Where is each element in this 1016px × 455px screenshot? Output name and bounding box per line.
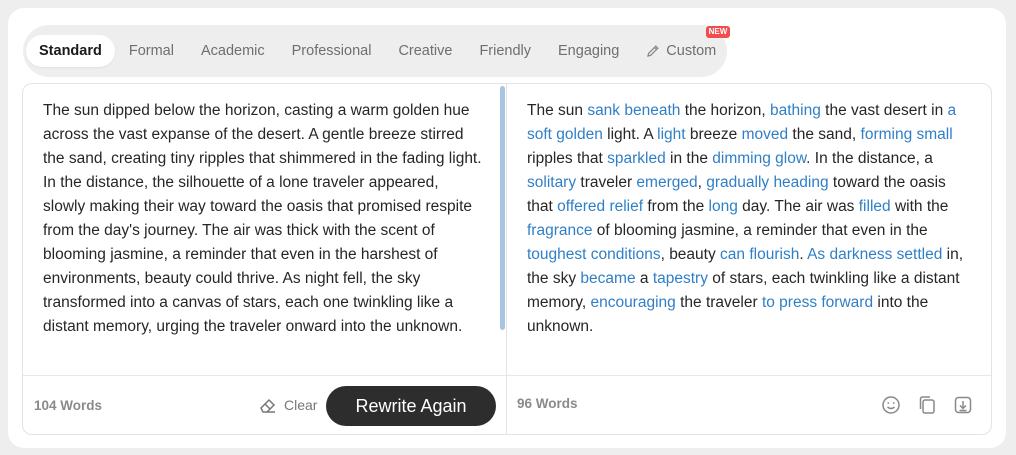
input-panel: The sun dipped below the horizon, castin… — [23, 84, 507, 434]
tab-custom[interactable]: Custom NEW — [646, 26, 731, 67]
unchanged-text: ripples that — [527, 150, 608, 167]
changed-phrase[interactable]: to press forward — [762, 294, 873, 311]
input-footer: 104 Words Clear Rewrite Again — [23, 375, 506, 434]
changed-phrase[interactable]: became — [580, 270, 635, 287]
tab-creative[interactable]: Creative — [398, 35, 452, 67]
changed-phrase[interactable]: offered relief — [557, 198, 643, 215]
mode-selector: Standard Formal Academic Professional Creati… — [23, 25, 731, 77]
scrollbar-thumb[interactable] — [500, 86, 505, 330]
tab-engaging[interactable]: Engaging — [558, 35, 619, 67]
clear-button[interactable]: Clear — [258, 395, 317, 415]
changed-phrase[interactable]: toughest conditions — [527, 246, 661, 263]
output-word-count: 96 Words — [517, 396, 578, 411]
output-footer: 96 Words — [507, 375, 991, 434]
changed-phrase[interactable]: emerged — [636, 174, 697, 191]
input-text[interactable]: The sun dipped below the horizon, castin… — [43, 99, 483, 339]
tab-label: Engaging — [558, 43, 620, 59]
clear-label: Clear — [284, 397, 318, 413]
copy-icon[interactable] — [916, 394, 938, 416]
tab-standard[interactable]: Standard — [26, 35, 115, 67]
unchanged-text: . In the distance, a — [806, 150, 933, 167]
changed-phrase[interactable]: can flourish — [720, 246, 799, 263]
tab-label: Formal — [128, 43, 174, 59]
tab-academic[interactable]: Academic — [201, 35, 265, 67]
changed-phrase[interactable]: long — [709, 198, 738, 215]
changed-phrase[interactable]: encouraging — [590, 294, 675, 311]
changed-phrase[interactable]: solitary — [527, 174, 576, 191]
changed-phrase[interactable]: fragrance — [527, 222, 592, 239]
tab-formal[interactable]: Formal — [129, 35, 174, 67]
input-word-count: 104 Words — [34, 398, 103, 413]
unchanged-text: , beauty — [660, 246, 721, 263]
tab-label: Standard — [39, 43, 102, 59]
pencil-icon — [646, 44, 660, 58]
unchanged-text: breeze — [685, 126, 742, 143]
changed-phrase[interactable]: light — [657, 126, 685, 143]
unchanged-text: the traveler — [675, 294, 762, 311]
unchanged-text: the vast desert in — [820, 102, 948, 119]
download-icon[interactable] — [952, 394, 974, 416]
changed-phrase[interactable]: sank beneath — [587, 102, 680, 119]
unchanged-text: the sand, — [788, 126, 861, 143]
unchanged-text: from the — [643, 198, 709, 215]
tab-label: Creative — [398, 43, 453, 59]
output-text[interactable]: The sun sank beneath the horizon, bathin… — [527, 99, 967, 339]
unchanged-text: a — [635, 270, 653, 287]
tab-label: Friendly — [479, 43, 532, 59]
changed-phrase[interactable]: dimming glow — [712, 150, 806, 167]
changed-phrase[interactable]: sparkled — [607, 150, 666, 167]
new-badge: NEW — [705, 26, 731, 38]
unchanged-text: of blooming jasmine, a reminder that eve… — [592, 222, 928, 239]
unchanged-text: the horizon, — [680, 102, 770, 119]
rewrite-again-button[interactable]: Rewrite Again — [326, 386, 496, 426]
changed-phrase[interactable]: filled — [859, 198, 891, 215]
smiley-icon[interactable] — [880, 394, 902, 416]
changed-phrase[interactable]: As darkness settled — [807, 246, 942, 263]
eraser-icon — [258, 395, 278, 415]
tab-friendly[interactable]: Friendly — [479, 35, 531, 67]
unchanged-text: light. A — [602, 126, 658, 143]
tab-label: Custom — [666, 43, 717, 59]
unchanged-text: The sun — [527, 102, 588, 119]
paraphraser-card: Standard Formal Academic Professional Creati… — [8, 8, 1006, 448]
tab-label: Professional — [291, 43, 372, 59]
output-panel: The sun sank beneath the horizon, bathin… — [507, 84, 991, 434]
editor-panels: The sun dipped below the horizon, castin… — [22, 83, 992, 435]
changed-phrase[interactable]: tapestry — [653, 270, 708, 287]
tab-label: Academic — [200, 43, 265, 59]
unchanged-text: in the — [665, 150, 713, 167]
changed-phrase[interactable]: moved — [742, 126, 789, 143]
changed-phrase[interactable]: gradually heading — [706, 174, 828, 191]
unchanged-text: , — [697, 174, 707, 191]
unchanged-text: traveler — [576, 174, 637, 191]
tab-professional[interactable]: Professional — [292, 35, 372, 67]
unchanged-text: day. The air was — [737, 198, 859, 215]
changed-phrase[interactable]: forming small — [861, 126, 953, 143]
changed-phrase[interactable]: bathing — [770, 102, 821, 119]
unchanged-text: with the — [890, 198, 949, 215]
unchanged-text: . — [799, 246, 808, 263]
